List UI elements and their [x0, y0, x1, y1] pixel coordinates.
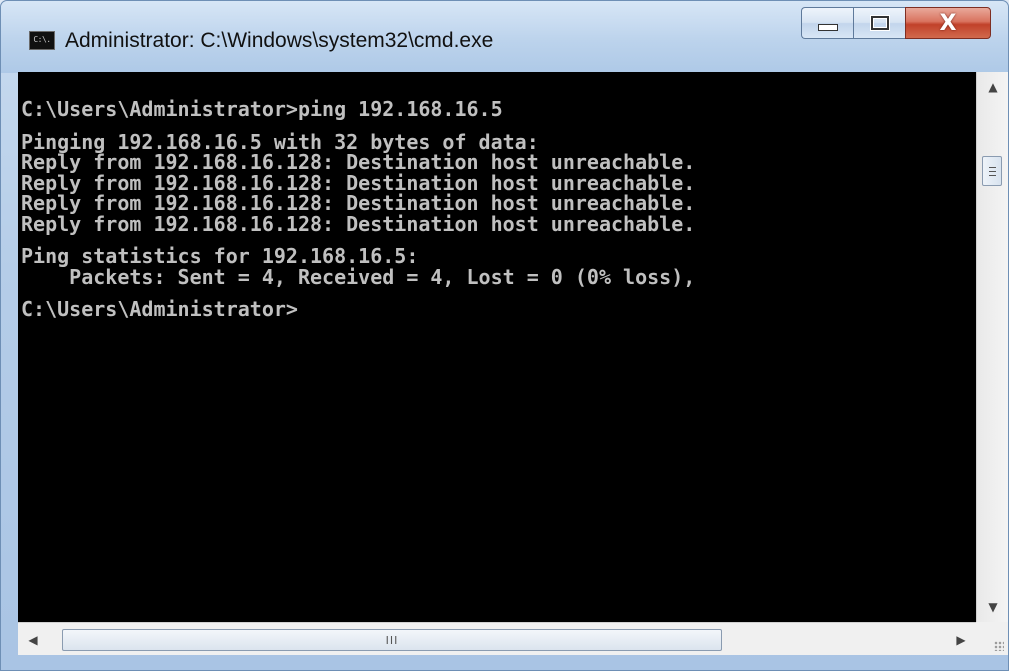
console-line: Packets: Sent = 4, Received = 4, Lost = …	[21, 264, 696, 289]
console-line: Reply from 192.168.16.128: Destination h…	[21, 170, 696, 195]
scroll-up-arrow-icon[interactable]: ▲	[977, 72, 1009, 102]
horizontal-scroll-thumb[interactable]: III	[62, 629, 722, 651]
cmd-app-icon[interactable]: C:\.	[29, 31, 55, 50]
console-line: C:\Users\Administrator>ping 192.168.16.5	[21, 97, 503, 121]
minimize-icon	[817, 23, 838, 31]
console-frame: C:\Users\Administrator>ping 192.168.16.5…	[18, 72, 1008, 655]
caption-buttons: X	[801, 7, 1003, 45]
scroll-down-arrow-icon[interactable]: ▼	[977, 592, 1009, 622]
console-line: C:\Users\Administrator>	[21, 297, 298, 321]
scroll-right-arrow-icon[interactable]: ▶	[946, 623, 976, 656]
scroll-left-arrow-icon[interactable]: ◀	[18, 623, 48, 656]
horizontal-scrollbar[interactable]: ◀ III ▶	[18, 622, 976, 655]
console-line: Pinging 192.168.16.5 with 32 bytes of da…	[21, 129, 539, 154]
vertical-scrollbar[interactable]: ▲ ▼	[976, 72, 1008, 622]
close-button[interactable]: X	[905, 7, 991, 39]
grip-line	[989, 167, 996, 168]
vertical-scroll-thumb[interactable]	[982, 156, 1002, 186]
window-title: Administrator: C:\Windows\system32\cmd.e…	[65, 29, 494, 52]
console-line: Reply from 192.168.16.128: Destination h…	[21, 150, 696, 174]
console-line: Reply from 192.168.16.128: Destination h…	[21, 191, 696, 215]
console-line: Ping statistics for 192.168.16.5:	[21, 244, 419, 268]
cmd-window: C:\. Administrator: C:\Windows\system32\…	[0, 0, 1009, 671]
grip-line	[989, 171, 996, 172]
close-icon: X	[939, 10, 957, 36]
console-line: Reply from 192.168.16.128: Destination h…	[21, 211, 696, 236]
maximize-icon	[870, 16, 889, 30]
console-output[interactable]: C:\Users\Administrator>ping 192.168.16.5…	[18, 72, 976, 622]
title-bar[interactable]: C:\. Administrator: C:\Windows\system32\…	[1, 1, 1008, 73]
resize-grip-icon[interactable]	[976, 622, 1008, 655]
minimize-button[interactable]	[801, 7, 853, 39]
scroll-thumb-grip-icon: III	[385, 633, 399, 647]
grip-line	[989, 175, 996, 176]
maximize-button[interactable]	[853, 7, 905, 39]
